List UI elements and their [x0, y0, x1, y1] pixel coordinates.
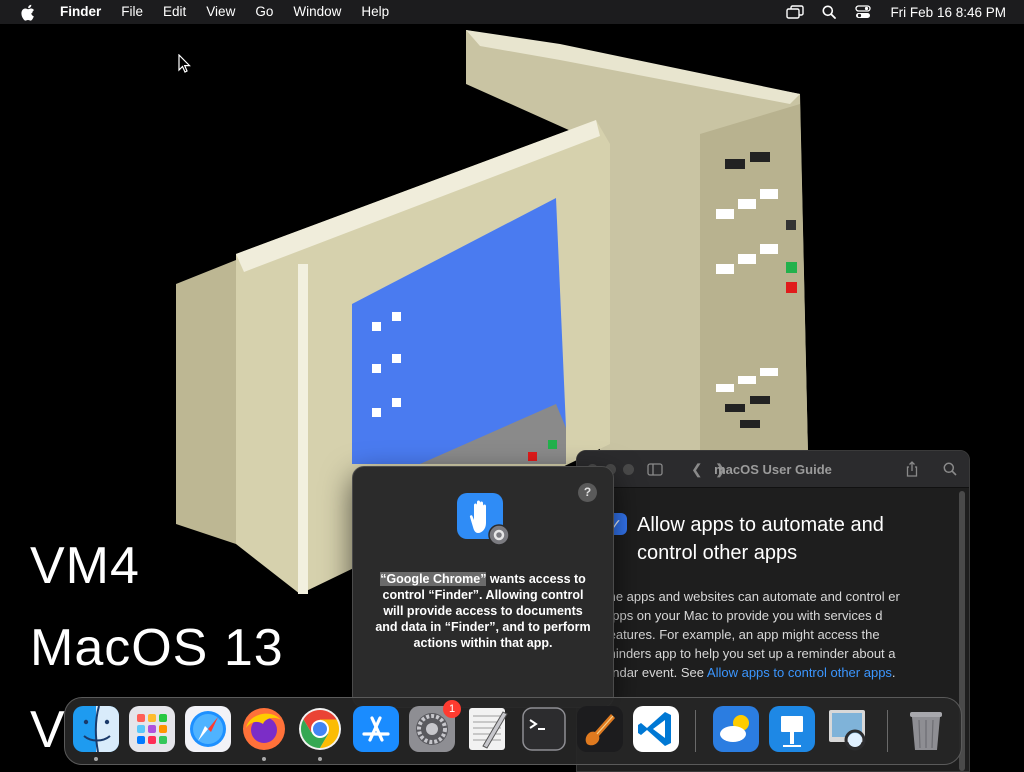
dock-vscode[interactable] [633, 706, 679, 752]
guide-body-end: . [891, 665, 896, 680]
back-arrow-icon[interactable]: ❮ [691, 461, 703, 478]
weather-icon [713, 706, 759, 752]
notification-badge: 1 [443, 700, 461, 718]
dock-launchpad[interactable] [129, 706, 175, 752]
mouse-cursor-icon [178, 54, 191, 73]
chrome-icon [299, 708, 341, 750]
guide-heading: Allow apps to automate and control other… [637, 514, 884, 564]
menu-file[interactable]: File [111, 0, 153, 24]
spotlight-search-icon[interactable] [820, 4, 838, 20]
app-store-icon [353, 706, 399, 752]
dock-terminal[interactable] [521, 706, 567, 752]
control-center-icon[interactable] [854, 4, 872, 20]
dock-keynote[interactable] [769, 706, 815, 752]
permission-message: “Google Chrome” wants access to control … [373, 571, 593, 651]
hand-permission-icon [457, 493, 509, 545]
menu-bar: Finder File Edit View Go Window Help Fri… [0, 0, 1024, 24]
search-icon[interactable] [943, 462, 957, 476]
dock-system-settings[interactable]: 1 [409, 700, 461, 752]
menu-bar-clock[interactable]: Fri Feb 16 8:46 PM [890, 5, 1006, 20]
dock-weather[interactable] [713, 706, 759, 752]
finder-running-indicator [94, 757, 98, 761]
dock-safari[interactable] [185, 706, 231, 752]
menu-finder[interactable]: Finder [50, 0, 111, 24]
automation-permission-dialog: ? “Google Chrome” wants access to contro… [352, 466, 614, 708]
keynote-icon [769, 706, 815, 752]
dock-garageband[interactable] [577, 706, 623, 752]
firefox-icon [243, 708, 285, 750]
guide-content: ✓ Allow apps to automate and control oth… [605, 497, 929, 682]
launchpad-icon [129, 706, 175, 752]
vscode-icon [633, 706, 679, 752]
preview-icon [829, 710, 866, 751]
sidebar-toggle-icon[interactable] [647, 462, 663, 476]
firefox-running-indicator [262, 757, 266, 761]
requesting-app-name: “Google Chrome” [380, 572, 487, 586]
help-button[interactable]: ? [578, 483, 597, 502]
trash-icon [910, 712, 942, 750]
dock-finder[interactable] [73, 705, 119, 761]
allow-apps-link[interactable]: Allow apps to control other apps [707, 665, 892, 680]
menu-help[interactable]: Help [351, 0, 399, 24]
menu-window[interactable]: Window [283, 0, 351, 24]
dock-app-store[interactable] [353, 706, 399, 752]
dock-separator-trash [887, 710, 888, 752]
screen-mirroring-icon[interactable] [786, 4, 805, 20]
forward-arrow-icon[interactable]: ❯ [715, 461, 727, 478]
dock-trash[interactable] [903, 706, 949, 752]
dock-script-editor[interactable] [465, 706, 511, 752]
dock-firefox[interactable] [241, 706, 287, 761]
wallpaper-text-macos: MacOS 13 [30, 619, 284, 677]
guide-body: me apps and websites can automate and co… [605, 587, 929, 682]
terminal-icon [522, 707, 566, 751]
dock: 1 [64, 697, 962, 765]
dock-chrome[interactable] [297, 706, 343, 761]
garageband-icon [577, 706, 623, 752]
menu-go[interactable]: Go [245, 0, 283, 24]
dock-preview[interactable] [825, 706, 871, 752]
chrome-running-indicator [318, 757, 322, 761]
dock-separator [695, 710, 696, 752]
script-editor-icon [469, 708, 508, 750]
apple-icon[interactable] [18, 3, 36, 21]
wallpaper-text-vm4: VM4 [30, 537, 140, 595]
finder-icon [73, 705, 119, 753]
wallpaper-text-v: V [30, 701, 66, 759]
share-icon[interactable] [905, 461, 919, 477]
menu-view[interactable]: View [196, 0, 245, 24]
guide-toolbar: ❮ ❯ macOS User Guide [577, 451, 969, 488]
menu-edit[interactable]: Edit [153, 0, 196, 24]
zoom-window-button[interactable] [623, 463, 634, 475]
safari-icon [185, 706, 231, 752]
